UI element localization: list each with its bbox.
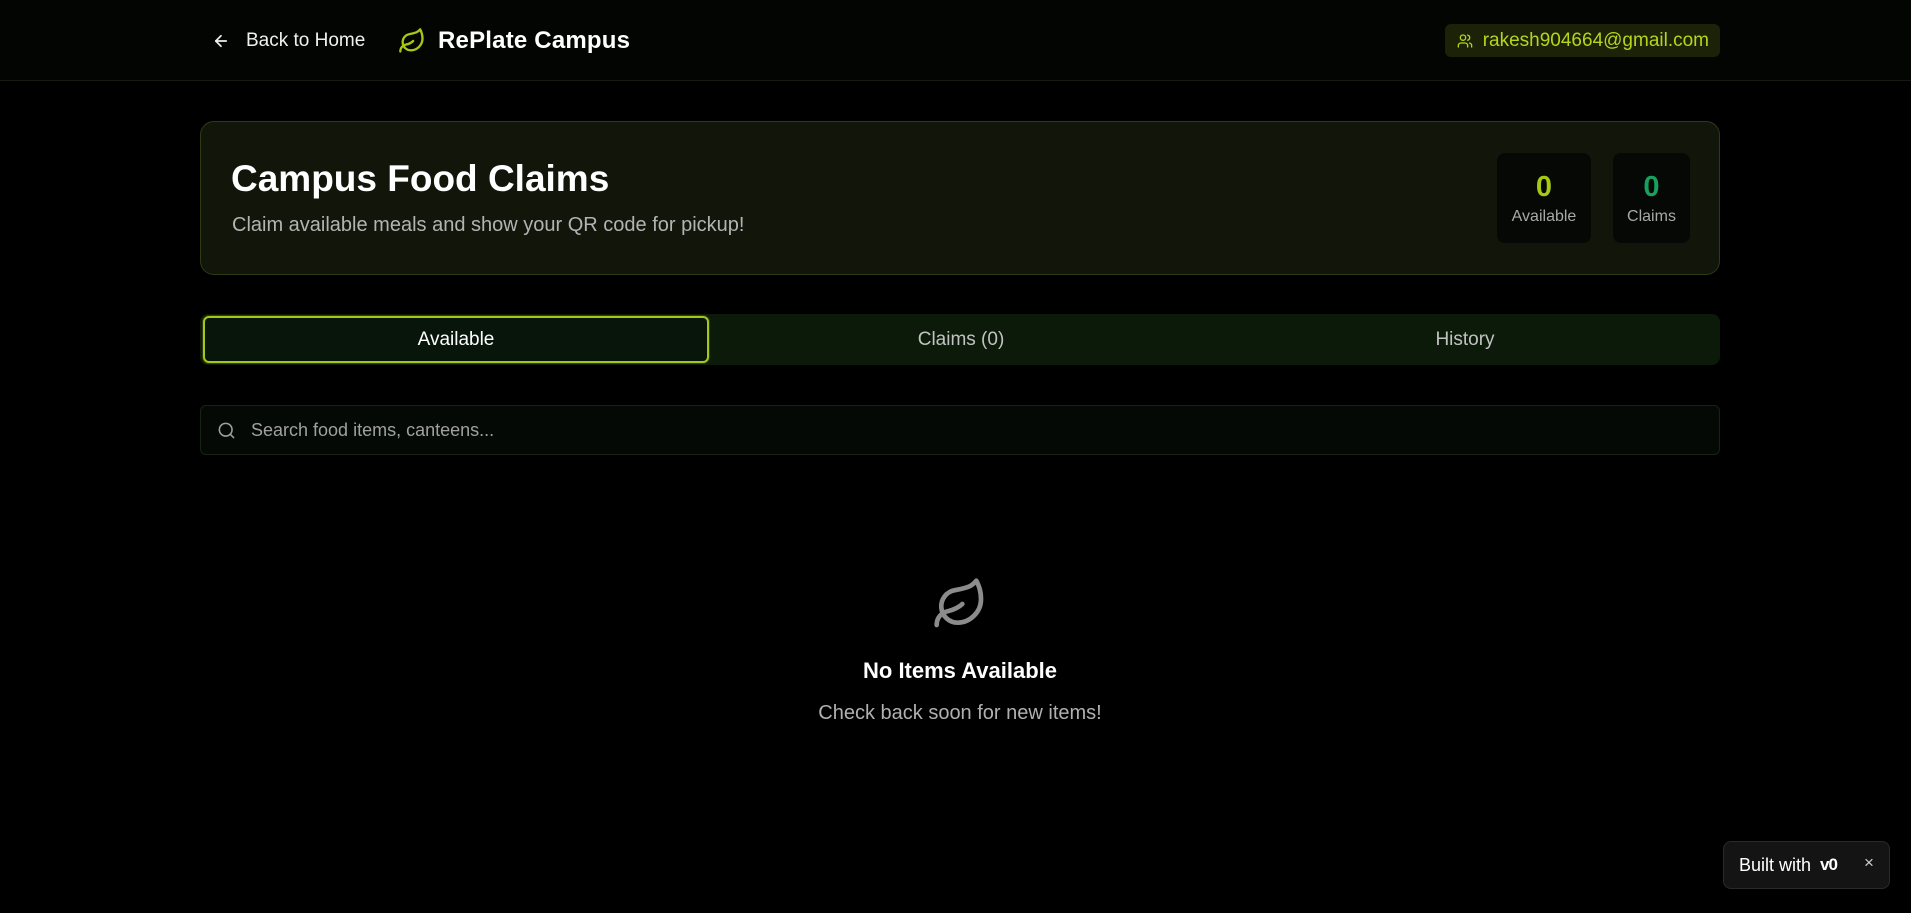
top-navbar: Back to Home RePlate Campus rakesh904664… [0,0,1911,81]
back-to-home-link[interactable]: Back to Home [212,24,365,58]
close-icon[interactable]: × [1864,853,1874,873]
user-account-chip[interactable]: rakesh904664@gmail.com [1444,24,1720,57]
built-with-label: Built with [1739,855,1812,875]
tab-claims[interactable]: Claims (0) [709,316,1213,363]
hero-card: Campus Food Claims Claim available meals… [200,121,1720,275]
page-title: Campus Food Claims [231,158,610,199]
available-count: 0 [1535,171,1553,203]
leaf-icon [399,28,424,53]
available-stat-card: 0 Available [1497,153,1591,243]
search-icon [218,422,235,439]
back-to-home-label: Back to Home [246,30,366,51]
claims-count: 0 [1643,171,1660,203]
search-box [200,405,1720,455]
tab-history[interactable]: History [1213,316,1717,363]
tab-available[interactable]: Available [203,316,709,363]
leaf-icon [934,578,984,628]
page-subtitle: Claim available meals and show your QR c… [232,214,745,236]
users-icon [1457,33,1473,48]
claims-stat-card: 0 Claims [1613,153,1690,243]
claims-stat-label: Claims [1627,208,1676,225]
arrow-left-icon [214,34,228,48]
empty-state-title: No Items Available [863,658,1057,683]
empty-state-subtitle: Check back soon for new items! [818,702,1102,724]
v0-logo: v0 [1820,855,1838,874]
brand-logo[interactable]: RePlate Campus [398,22,630,60]
user-email: rakesh904664@gmail.com [1482,29,1709,51]
available-stat-label: Available [1511,208,1577,225]
brand-name: RePlate Campus [438,27,631,54]
search-input[interactable] [251,406,1701,454]
built-with-v0-badge[interactable]: Built with v0 × [1723,841,1890,889]
tab-bar: Available Claims (0) History [200,314,1720,365]
